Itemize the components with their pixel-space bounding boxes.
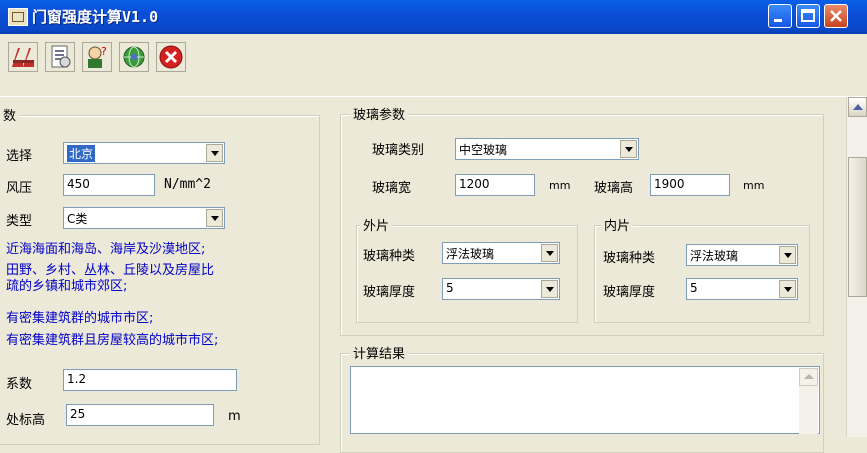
region-label: 选择: [6, 149, 33, 164]
outer-thick-label: 玻璃厚度: [363, 285, 416, 300]
chevron-down-icon[interactable]: [541, 244, 558, 262]
coef-input[interactable]: 1.2: [63, 369, 237, 391]
window-title: 门窗强度计算V1.0: [32, 8, 159, 26]
main-content: 数 选择 北京 风压 450 N/mm^2 类型 C类 近海海面和海岛、海岸及沙…: [0, 97, 867, 453]
desc-line-b2: 疏的乡镇和城市郊区;: [6, 279, 128, 294]
close-window-button[interactable]: [824, 4, 848, 28]
maximize-icon: [801, 9, 815, 22]
height-input[interactable]: 25: [66, 404, 214, 426]
chevron-down-icon[interactable]: [206, 209, 223, 227]
title-bar[interactable]: 门窗强度计算V1.0: [0, 0, 867, 34]
glass-width-unit: mm: [549, 179, 571, 192]
minimize-button[interactable]: [768, 4, 792, 28]
wind-unit: N/mm^2: [164, 177, 211, 192]
glass-params-title: 玻璃参数: [350, 104, 409, 123]
web-button[interactable]: [119, 42, 149, 72]
region-select[interactable]: 北京: [63, 142, 225, 164]
outer-thick-select[interactable]: 5: [442, 278, 560, 300]
outer-kind-label: 玻璃种类: [363, 249, 416, 264]
params-group-title: 数: [0, 105, 20, 124]
minimize-icon: [774, 19, 782, 22]
inner-thick-select[interactable]: 5: [686, 278, 798, 300]
result-scrollbar[interactable]: [799, 368, 818, 434]
inner-pane-group: [594, 225, 810, 323]
desc-line-d: 有密集建筑群且房屋较高的城市市区;: [6, 333, 219, 348]
chevron-down-icon[interactable]: [779, 280, 796, 298]
glass-height-label: 玻璃高: [594, 181, 634, 196]
help-person-icon: ?: [88, 45, 107, 68]
report-button[interactable]: [45, 42, 75, 72]
desc-line-c: 有密集建筑群的城市市区;: [6, 311, 154, 326]
glass-type-select[interactable]: 中空玻璃: [455, 138, 639, 160]
inner-thick-value: 5: [690, 281, 698, 295]
inner-thick-label: 玻璃厚度: [603, 285, 656, 300]
outer-kind-select[interactable]: 浮法玻璃: [442, 242, 560, 264]
calc-button[interactable]: [8, 42, 38, 72]
outer-pane-group: [356, 225, 578, 323]
toolbar: ?: [0, 34, 867, 97]
type-label: 类型: [6, 214, 33, 229]
coef-label: 系数: [6, 377, 33, 392]
desc-line-a: 近海海面和海岛、海岸及沙漠地区;: [6, 242, 206, 257]
svg-text:?: ?: [101, 45, 107, 58]
chevron-down-icon[interactable]: [779, 246, 796, 264]
inner-kind-select[interactable]: 浮法玻璃: [686, 244, 798, 266]
result-textarea[interactable]: [350, 366, 820, 434]
glass-height-unit: mm: [743, 179, 765, 192]
vertical-scrollbar[interactable]: [846, 97, 867, 437]
chevron-down-icon[interactable]: [206, 144, 223, 162]
glass-width-label: 玻璃宽: [372, 181, 412, 196]
close-icon: [159, 45, 183, 69]
outer-kind-value: 浮法玻璃: [446, 247, 495, 261]
result-title: 计算结果: [350, 343, 409, 362]
chevron-down-icon[interactable]: [541, 280, 558, 298]
scroll-thumb[interactable]: [848, 157, 867, 297]
type-value: C类: [67, 212, 88, 226]
maximize-button[interactable]: [796, 4, 820, 28]
scroll-up-icon[interactable]: [799, 368, 818, 386]
exit-button[interactable]: [156, 42, 186, 72]
calc-icon: [12, 48, 34, 67]
wind-input[interactable]: 450: [63, 174, 155, 196]
glass-height-input[interactable]: 1900: [650, 174, 730, 196]
height-label: 处标高: [6, 413, 46, 428]
outer-thick-value: 5: [446, 281, 454, 295]
inner-kind-label: 玻璃种类: [603, 251, 656, 266]
glass-type-label: 玻璃类别: [372, 143, 425, 158]
glass-width-input[interactable]: 1200: [455, 174, 535, 196]
scroll-up-arrow-icon[interactable]: [848, 97, 867, 117]
app-icon: [8, 8, 28, 26]
wind-label: 风压: [6, 181, 33, 196]
globe-icon: [123, 46, 145, 68]
glass-type-value: 中空玻璃: [459, 143, 508, 157]
chevron-down-icon[interactable]: [620, 140, 637, 158]
help-button[interactable]: ?: [82, 42, 112, 72]
inner-pane-title: 内片: [601, 215, 634, 234]
outer-pane-title: 外片: [360, 215, 393, 234]
height-unit: m: [228, 409, 241, 424]
document-icon: [51, 45, 71, 68]
inner-kind-value: 浮法玻璃: [690, 249, 739, 263]
type-select[interactable]: C类: [63, 207, 225, 229]
region-value: 北京: [67, 145, 96, 162]
close-x-icon: [830, 10, 842, 22]
